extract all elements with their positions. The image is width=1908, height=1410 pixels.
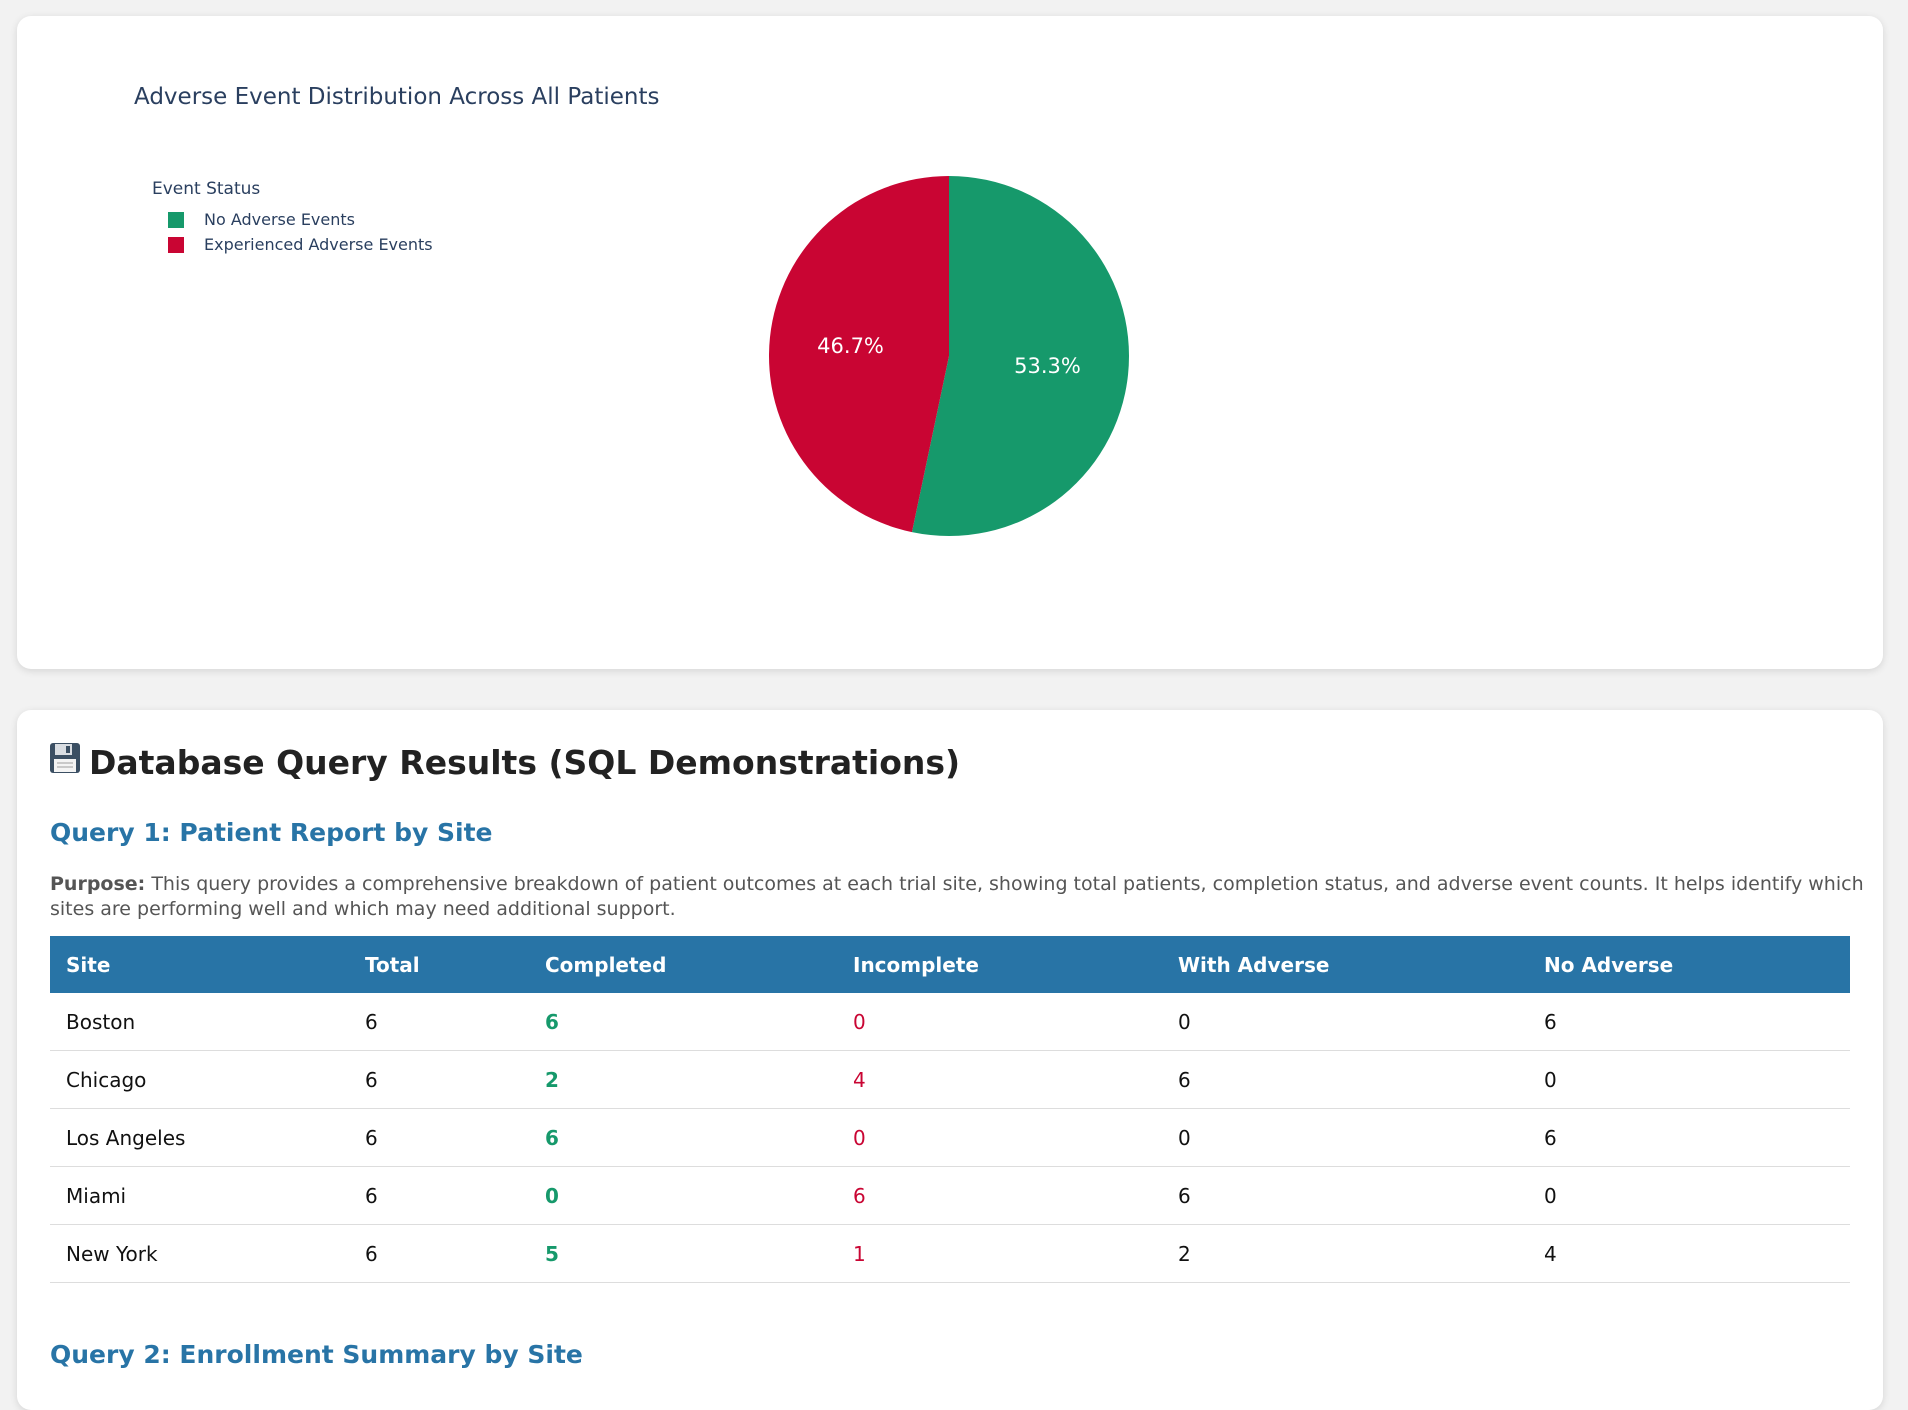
db-results-card: Database Query Results (SQL Demonstratio…	[17, 710, 1883, 1410]
cell-no-adverse: 0	[1528, 1166, 1850, 1225]
col-total: Total	[365, 952, 420, 977]
cell-no-adverse: 0	[1528, 1050, 1850, 1109]
cell-site: Los Angeles	[50, 1108, 349, 1167]
cell-with-adverse: 6	[1162, 1166, 1528, 1225]
pie-slice-label-1: 46.7%	[817, 334, 884, 358]
cell-completed: 2	[529, 1050, 837, 1109]
section-title-text: Database Query Results (SQL Demonstratio…	[89, 742, 961, 782]
table-row: Los Angeles 6 6 0 0 6	[50, 1108, 1850, 1167]
cell-total: 6	[349, 993, 529, 1051]
col-no-adverse: No Adverse	[1544, 952, 1674, 977]
cell-with-adverse: 0	[1162, 993, 1528, 1051]
cell-completed: 6	[529, 993, 837, 1051]
table-row: Chicago 6 2 4 6 0	[50, 1050, 1850, 1109]
table-row: New York 6 5 1 2 4	[50, 1224, 1850, 1283]
cell-with-adverse: 6	[1162, 1050, 1528, 1109]
cell-incomplete: 0	[837, 993, 1162, 1051]
cell-no-adverse: 6	[1528, 1108, 1850, 1167]
cell-site: Boston	[50, 993, 349, 1051]
floppy-disk-icon	[49, 742, 81, 782]
pie-slice-label-0: 53.3%	[1014, 354, 1081, 378]
cell-site: New York	[50, 1224, 349, 1283]
section-title: Database Query Results (SQL Demonstratio…	[49, 742, 960, 782]
cell-no-adverse: 6	[1528, 993, 1850, 1051]
col-with-adverse: With Adverse	[1178, 952, 1330, 977]
col-completed: Completed	[545, 952, 667, 977]
table-row: Miami 6 0 6 6 0	[50, 1166, 1850, 1225]
pie-chart: 53.3% 46.7%	[768, 176, 1129, 536]
purpose-text: This query provides a comprehensive brea…	[50, 873, 1864, 920]
query1-purpose: Purpose: This query provides a comprehen…	[50, 872, 1865, 922]
cell-no-adverse: 4	[1528, 1224, 1850, 1283]
cell-total: 6	[349, 1224, 529, 1283]
cell-total: 6	[349, 1166, 529, 1225]
table-row: Boston 6 6 0 0 6	[50, 993, 1850, 1051]
col-site: Site	[66, 952, 111, 977]
cell-incomplete: 4	[837, 1050, 1162, 1109]
purpose-label: Purpose:	[50, 873, 146, 895]
query1-title: Query 1: Patient Report by Site	[50, 818, 493, 847]
query2-title: Query 2: Enrollment Summary by Site	[50, 1340, 583, 1369]
cell-with-adverse: 2	[1162, 1224, 1528, 1283]
cell-with-adverse: 0	[1162, 1108, 1528, 1167]
cell-completed: 6	[529, 1108, 837, 1167]
cell-completed: 5	[529, 1224, 837, 1283]
cell-total: 6	[349, 1108, 529, 1167]
cell-site: Chicago	[50, 1050, 349, 1109]
cell-incomplete: 0	[837, 1108, 1162, 1167]
chart-card: Adverse Event Distribution Across All Pa…	[17, 16, 1883, 669]
cell-total: 6	[349, 1050, 529, 1109]
table-header-row: Site Total Completed Incomplete With Adv…	[50, 936, 1850, 993]
cell-incomplete: 6	[837, 1166, 1162, 1225]
col-incomplete: Incomplete	[853, 952, 979, 977]
cell-site: Miami	[50, 1166, 349, 1225]
cell-incomplete: 1	[837, 1224, 1162, 1283]
cell-completed: 0	[529, 1166, 837, 1225]
patient-report-table: Site Total Completed Incomplete With Adv…	[50, 936, 1850, 1283]
